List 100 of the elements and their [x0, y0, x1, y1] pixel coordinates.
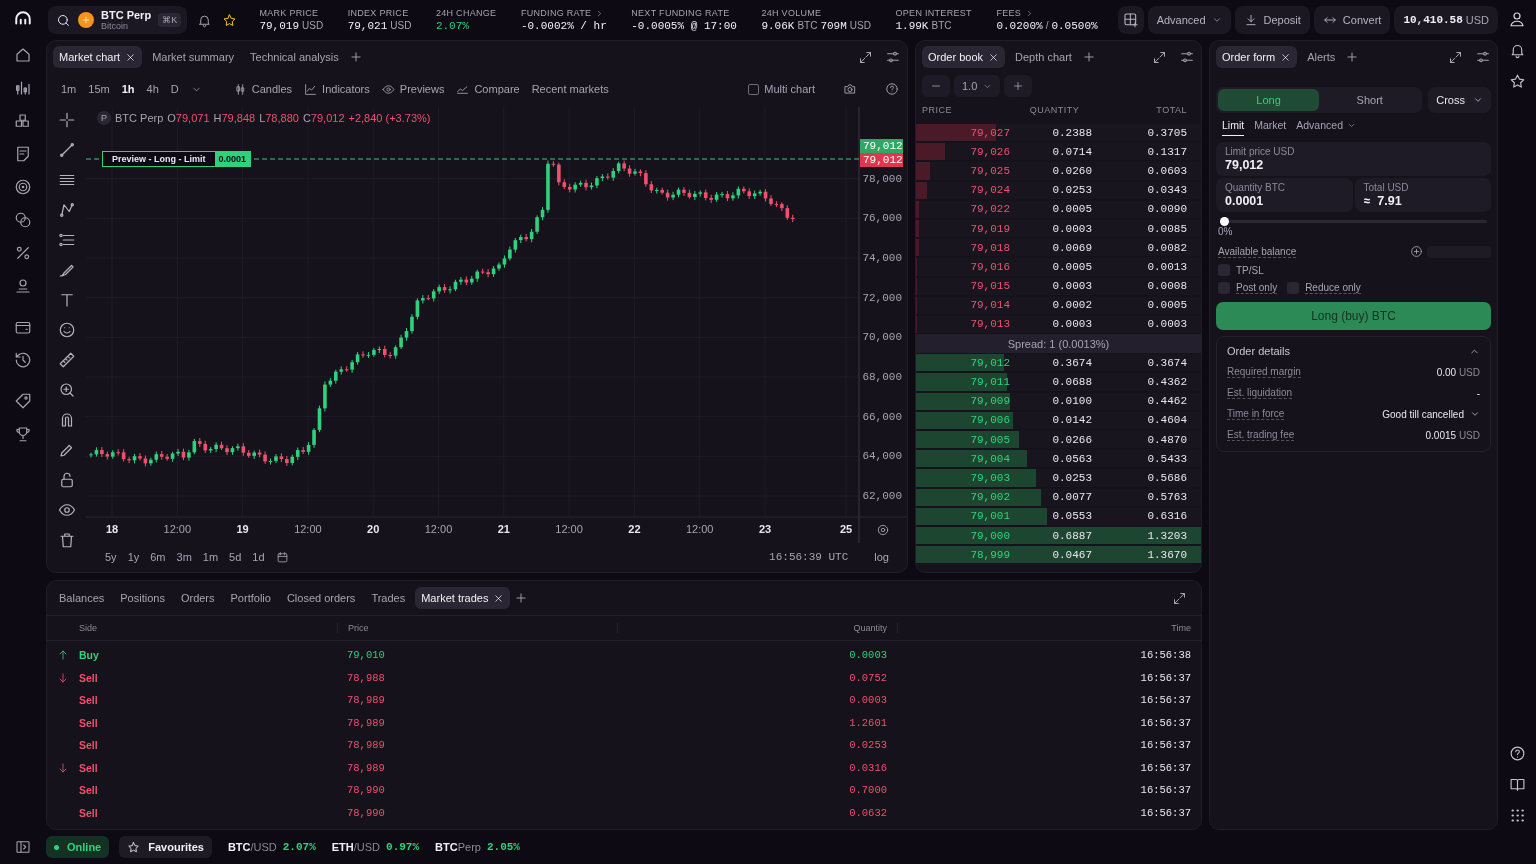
tab[interactable]: Alerts [1301, 46, 1342, 68]
trade-price: 79,010 [346, 649, 386, 662]
stat-label[interactable]: FEES [996, 8, 1022, 18]
order-quantity: 0.0253 [1051, 471, 1092, 484]
timeframe-button[interactable]: 1m [61, 83, 77, 95]
order-price[interactable]: 79,026 [916, 145, 1010, 158]
chart-tool-button[interactable]: Recent markets [531, 83, 609, 95]
chart-tool-button[interactable]: Indicators [304, 82, 370, 96]
range-button[interactable]: 3m [176, 551, 192, 563]
quantity-field[interactable]: Quantity BTC 0.0001 [1216, 178, 1353, 212]
timeframe-button[interactable]: D [170, 83, 179, 95]
total-field[interactable]: Total USD ≈ 7.91 [1354, 178, 1491, 212]
tab[interactable]: Order book [922, 46, 1006, 68]
time-axis-label: 19 [236, 523, 249, 535]
order-price[interactable]: 79,025 [916, 164, 1010, 177]
detail-value: 0.00 USD [1436, 366, 1480, 378]
tab[interactable]: Market summary [146, 46, 241, 68]
mode-dropdown[interactable]: Advanced [1147, 6, 1231, 34]
step-dropdown[interactable]: 1.0 [954, 75, 1001, 97]
time-axis-label: 12:00 [685, 523, 714, 535]
range-button[interactable]: 5y [105, 551, 117, 563]
timeframe-button[interactable]: 15m [88, 83, 110, 95]
option-checkbox[interactable]: Post only [1218, 282, 1278, 294]
order-price[interactable]: 79,000 [916, 529, 1010, 542]
range-button[interactable]: 6m [150, 551, 166, 563]
ticker-link[interactable]: BTCPerp 2.05% [435, 841, 520, 853]
order-quantity: 0.2388 [1051, 126, 1092, 139]
order-total: 0.0085 [1146, 222, 1188, 235]
stat-label: OPEN INTEREST [895, 8, 972, 18]
tab[interactable]: Market trades [415, 587, 511, 609]
order-price[interactable]: 79,015 [916, 280, 1010, 293]
margin-mode-dropdown[interactable]: Cross [1428, 87, 1491, 113]
tab[interactable]: Orders [174, 587, 221, 609]
order-price[interactable]: 79,005 [916, 433, 1010, 446]
order-price[interactable]: 79,003 [916, 471, 1010, 484]
balance-button[interactable]: 10,410.58 USD [1394, 6, 1499, 34]
range-button[interactable]: 5d [229, 551, 242, 563]
tab[interactable]: Market chart [53, 46, 143, 68]
order-price[interactable]: 79,022 [916, 203, 1010, 216]
ticker-link[interactable]: BTC/USD 2.07% [227, 841, 316, 853]
column-header: Quantity [617, 623, 897, 633]
order-price[interactable]: 79,006 [916, 414, 1010, 427]
log-scale-button[interactable]: log [874, 551, 889, 563]
stat-label[interactable]: FUNDING RATE [520, 8, 592, 18]
timeframe-button[interactable]: 1h [121, 83, 135, 95]
side-toggle[interactable]: Short [1319, 89, 1421, 111]
order-price[interactable]: 79,004 [916, 452, 1010, 465]
tab[interactable]: Trades [365, 587, 412, 609]
trade-quantity: 0.0632 [848, 806, 888, 819]
time-axis-label: 12:00 [424, 523, 453, 535]
convert-button[interactable]: Convert [1313, 6, 1391, 34]
multi-chart-toggle[interactable]: Multi chart [748, 83, 815, 95]
limit-price-field[interactable]: Limit price USD 79,012 [1216, 142, 1491, 176]
order-type-tab[interactable]: Limit [1222, 119, 1245, 136]
legend-value: C79,012 [302, 112, 345, 124]
side-toggle[interactable]: Long [1218, 89, 1320, 111]
order-price[interactable]: 79,024 [916, 184, 1010, 197]
chart-tool-button[interactable]: Candles [233, 82, 293, 96]
tab[interactable]: Closed orders [280, 587, 362, 609]
chart-tool-button[interactable]: Previews [381, 82, 445, 96]
range-button[interactable]: 1y [127, 551, 140, 563]
order-price[interactable]: 79,027 [916, 126, 1010, 139]
order-price[interactable]: 79,009 [916, 395, 1010, 408]
order-price[interactable]: 79,016 [916, 260, 1010, 273]
order-price[interactable]: 79,001 [916, 510, 1010, 523]
tab[interactable]: Portfolio [224, 587, 277, 609]
ticker-link[interactable]: ETH/USD 0.97% [331, 841, 420, 853]
order-type-tab[interactable]: Advanced [1296, 119, 1356, 136]
deposit-button[interactable]: Deposit [1234, 6, 1310, 34]
range-button[interactable]: 1d [252, 551, 265, 563]
limit-price-input[interactable]: 79,012 [1225, 158, 1482, 172]
tab[interactable]: Order form [1216, 46, 1298, 68]
time-axis-label: 25 [839, 523, 853, 535]
favourites-button[interactable]: Favourites [119, 836, 212, 858]
order-price[interactable]: 79,018 [916, 241, 1010, 254]
time-in-force-dropdown[interactable]: Good till cancelled [1382, 408, 1480, 420]
order-price[interactable]: 79,014 [916, 299, 1010, 312]
tab[interactable]: Positions [114, 587, 171, 609]
total-input[interactable]: ≈ 7.91 [1363, 194, 1482, 208]
option-checkbox[interactable]: Reduce only [1287, 282, 1361, 294]
range-button[interactable]: 1m [202, 551, 219, 563]
order-price[interactable]: 79,019 [916, 222, 1010, 235]
tab[interactable]: Technical analysis [244, 46, 345, 68]
price-axis-label: 66,000 [862, 410, 902, 423]
chart-tool-button[interactable]: Compare [456, 82, 520, 96]
order-price[interactable]: 79,013 [916, 318, 1010, 331]
column-header: Side [78, 623, 98, 633]
tab[interactable]: Balances [53, 587, 111, 609]
trade-quantity: 0.7000 [848, 784, 888, 797]
quantity-input[interactable]: 0.0001 [1225, 194, 1344, 208]
order-type-tab[interactable]: Market [1254, 119, 1287, 136]
order-total: 0.3705 [1146, 126, 1188, 139]
order-quantity: 0.0563 [1051, 452, 1092, 465]
order-price[interactable]: 78,999 [916, 548, 1010, 561]
timeframe-button[interactable]: 4h [146, 83, 159, 95]
order-price[interactable]: 79,012 [916, 356, 1010, 369]
order-price[interactable]: 79,011 [916, 376, 1010, 389]
tab[interactable]: Depth chart [1009, 46, 1078, 68]
order-price[interactable]: 79,002 [916, 491, 1010, 504]
option-checkbox[interactable]: TP/SL [1218, 264, 1456, 276]
